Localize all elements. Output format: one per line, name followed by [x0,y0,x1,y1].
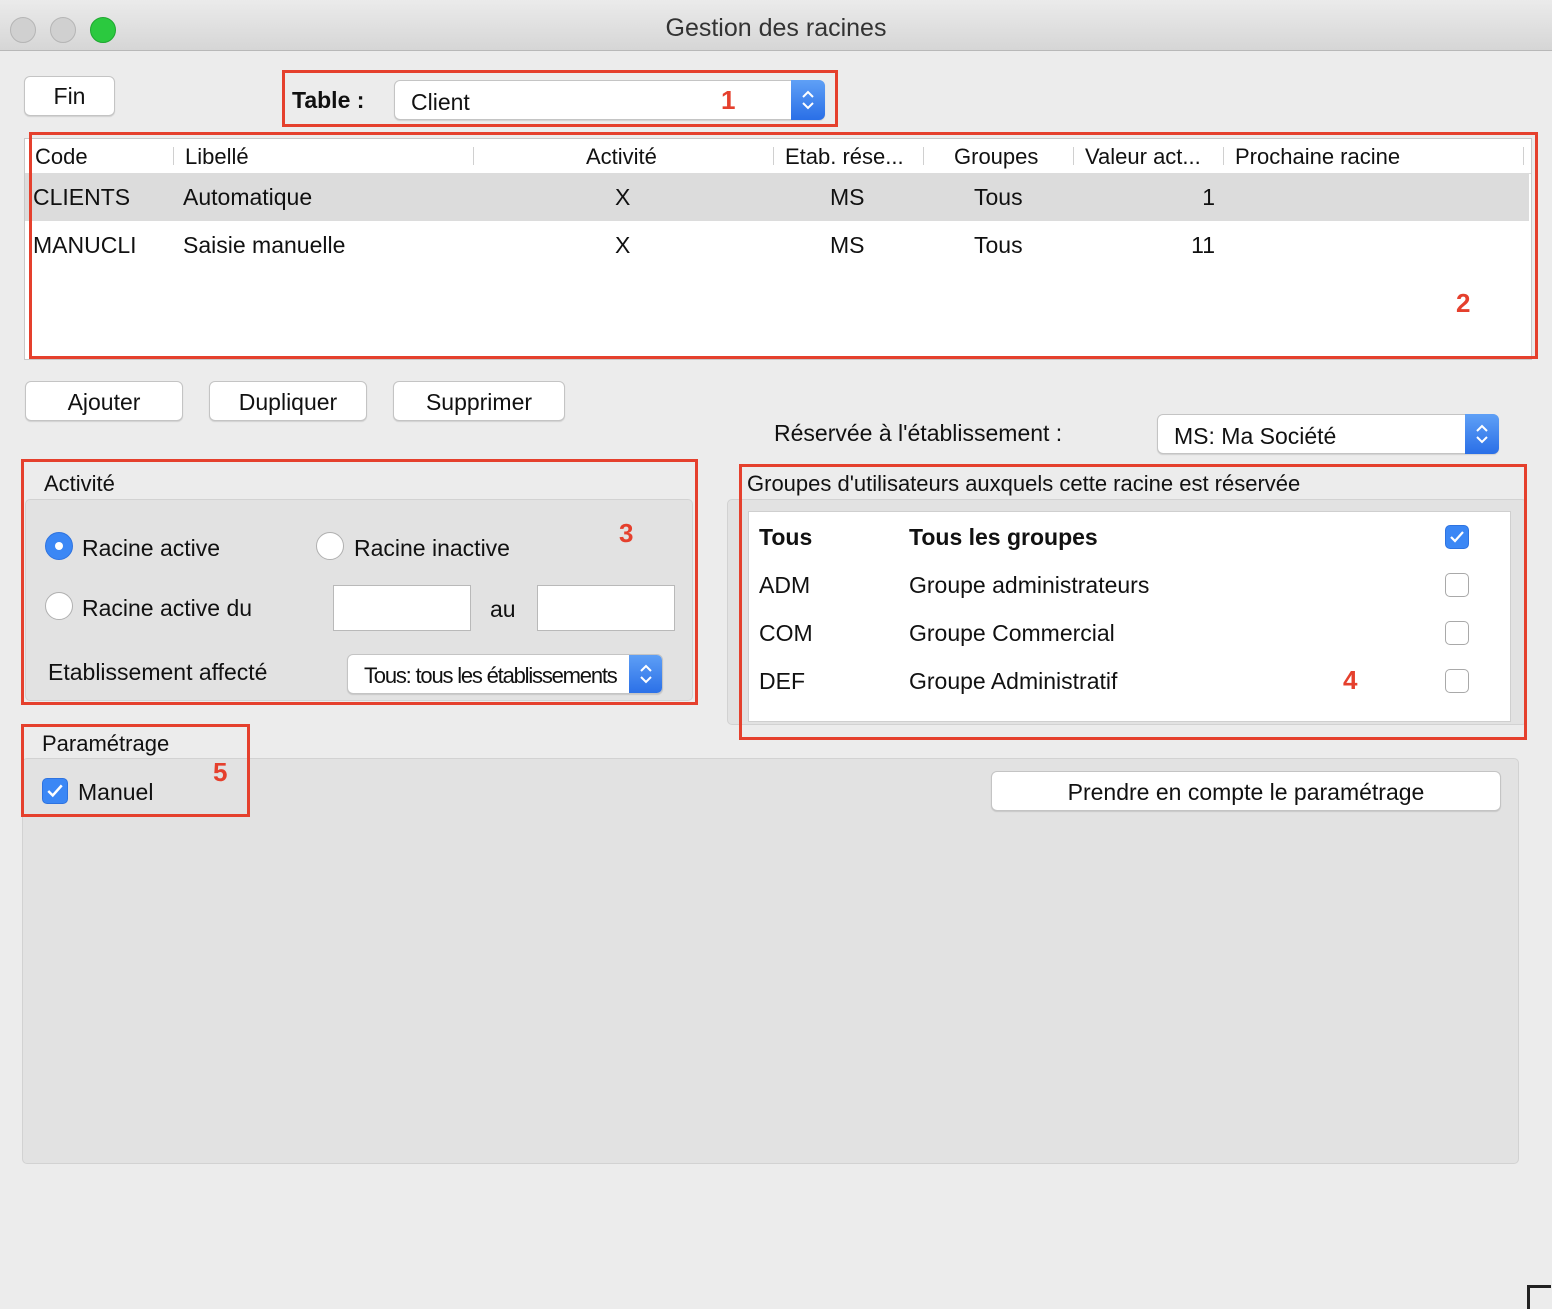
column-header-groupes[interactable]: Groupes [954,144,1038,170]
dupliquer-button[interactable]: Dupliquer [209,381,367,421]
list-item[interactable]: ADM Groupe administrateurs [749,560,1510,608]
cell-groupes: Tous [974,184,1023,210]
cell-groupes: Tous [974,232,1023,258]
racine-active-du-label[interactable]: Racine active du [82,595,252,622]
checkmark-icon [1450,531,1464,543]
manuel-checkbox[interactable] [42,778,68,804]
racine-active-du-radio[interactable] [45,592,73,620]
manuel-label[interactable]: Manuel [78,779,153,806]
cell-etab: MS [830,232,865,258]
cell-valeur: 11 [1191,232,1215,258]
resize-handle-icon[interactable] [1527,1285,1551,1309]
group-name: Groupe Administratif [909,668,1118,694]
au-label: au [490,596,516,622]
checkmark-icon [47,784,63,798]
annotation-number-1: 1 [721,85,736,115]
racines-table[interactable]: Code Libellé Activité Etab. rése... Grou… [24,138,1532,360]
group-checkbox[interactable] [1445,621,1469,645]
racine-inactive-radio[interactable] [316,532,344,560]
group-code: Tous [759,524,813,550]
etablissement-affecte-label: Etablissement affecté [48,659,268,685]
cell-activite: X [615,184,631,210]
group-code: COM [759,620,813,646]
cell-etab: MS [830,184,865,210]
annotation-number-5: 5 [213,757,228,787]
column-header-etab[interactable]: Etab. rése... [785,144,904,170]
racine-active-radio[interactable] [45,532,73,560]
cell-valeur: 1 [1202,184,1215,210]
group-code: DEF [759,668,805,694]
apply-parametrage-button[interactable]: Prendre en compte le paramétrage [991,771,1501,811]
group-checkbox[interactable] [1445,573,1469,597]
parametrage-group [22,758,1519,1164]
group-name: Groupe Commercial [909,620,1115,646]
group-checkbox[interactable] [1445,669,1469,693]
column-header-code[interactable]: Code [35,144,88,170]
table-row[interactable]: MANUCLI Saisie manuelle X MS Tous 11 [25,221,1529,269]
cell-activite: X [615,232,631,258]
window-title: Gestion des racines [665,14,887,42]
column-header-activite[interactable]: Activité [586,144,657,170]
racine-inactive-label[interactable]: Racine inactive [354,535,510,562]
activite-title: Activité [44,471,115,496]
column-header-valeur[interactable]: Valeur act... [1085,144,1201,170]
groupes-title: Groupes d'utilisateurs auxquels cette ra… [747,471,1301,496]
group-name: Groupe administrateurs [909,572,1150,598]
ajouter-button[interactable]: Ajouter [25,381,183,421]
updown-chevron-icon [791,80,825,120]
reservee-select[interactable]: MS: Ma Société [1157,414,1499,454]
cell-libelle: Automatique [183,184,313,210]
table-label: Table : [292,87,365,113]
list-item[interactable]: DEF Groupe Administratif [749,656,1510,704]
annotation-number-2: 2 [1456,288,1471,318]
cell-code: MANUCLI [33,232,137,258]
date-to-field[interactable] [537,585,675,631]
window-titlebar: Gestion des racines [0,0,1552,51]
group-name: Tous les groupes [909,524,1098,550]
parametrage-title: Paramétrage [42,731,170,756]
group-checkbox[interactable] [1445,525,1469,549]
etablissement-select-value: Tous: tous les établissements [364,663,618,688]
column-header-prochaine[interactable]: Prochaine racine [1235,144,1400,170]
table-header: Code Libellé Activité Etab. rése... Grou… [25,139,1531,174]
table-row[interactable]: CLIENTS Automatique X MS Tous 1 [25,173,1529,221]
groupes-list[interactable]: Tous Tous les groupes ADM Groupe adminis… [748,511,1511,722]
fin-button[interactable]: Fin [24,76,115,116]
list-item[interactable]: Tous Tous les groupes [749,512,1510,560]
racine-active-label[interactable]: Racine active [82,535,220,562]
annotation-number-4: 4 [1343,665,1358,695]
cell-libelle: Saisie manuelle [183,232,346,258]
updown-chevron-icon [1465,414,1499,454]
table-select-value: Client [411,89,470,115]
reservee-select-value: MS: Ma Société [1174,423,1337,449]
updown-chevron-icon [629,655,662,693]
column-header-libelle[interactable]: Libellé [185,144,249,170]
annotation-number-3: 3 [619,518,634,548]
table-select[interactable]: Client [394,80,825,120]
reservee-label: Réservée à l'établissement : [774,420,1063,446]
cell-code: CLIENTS [33,184,131,210]
supprimer-button[interactable]: Supprimer [393,381,565,421]
list-item[interactable]: COM Groupe Commercial [749,608,1510,656]
date-from-field[interactable] [333,585,471,631]
group-code: ADM [759,572,811,598]
etablissement-select[interactable]: Tous: tous les établissements [347,654,663,694]
